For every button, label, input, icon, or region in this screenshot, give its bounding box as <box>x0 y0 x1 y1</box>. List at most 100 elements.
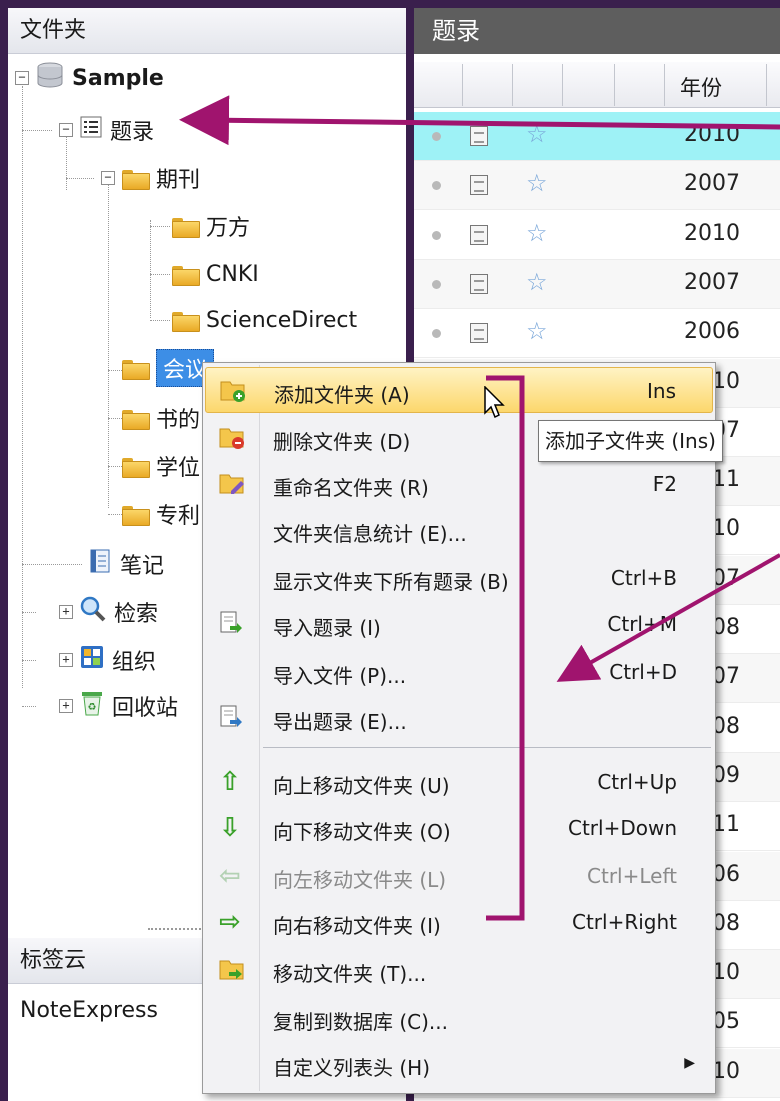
tree-item-shu[interactable]: 书的 <box>122 396 200 440</box>
star-icon[interactable]: ☆ <box>526 120 548 148</box>
tree-item-biji[interactable]: 笔记 <box>88 542 164 586</box>
menu-item-9[interactable]: ⇩ 向下移动文件夹 (O) Ctrl+Down <box>205 805 713 851</box>
menu-item-label: 复制到数据库 (C)... <box>273 1010 448 1034</box>
tree-label-cnki: CNKI <box>206 261 259 287</box>
expand-zuzhi-icon[interactable]: + <box>59 653 73 667</box>
table-row[interactable]: ☆ 2010 <box>414 112 780 161</box>
menu-item-6[interactable]: 导入文件 (P)... Ctrl+D <box>205 649 713 695</box>
tree-label-zuzhi: 组织 <box>112 650 157 675</box>
tree-item-xue[interactable]: 学位 <box>122 444 200 488</box>
menu-item-8[interactable]: ⇧ 向上移动文件夹 (U) Ctrl+Up <box>205 759 713 805</box>
table-row[interactable]: ☆ 2007 <box>414 161 780 211</box>
year-cell: 2007 <box>684 171 740 197</box>
collapse-root-icon[interactable]: − <box>15 71 29 85</box>
table-row[interactable]: ☆ 2010 <box>414 211 780 260</box>
year-cell: 2007 <box>684 269 740 295</box>
table-row[interactable]: ☆ 2007 <box>414 259 780 309</box>
document-icon[interactable] <box>470 224 488 245</box>
menu-item-shortcut: Ctrl+Left <box>587 864 677 888</box>
folder-icon <box>172 264 200 286</box>
records-panel-title: 题录 <box>414 8 780 54</box>
menu-item-7[interactable]: 导出题录 (E)... <box>205 695 713 741</box>
folder-icon <box>122 456 150 478</box>
tree-item-huishou[interactable]: ♻ 回收站 <box>80 684 178 728</box>
document-icon[interactable] <box>470 126 488 146</box>
tree-item-timu[interactable]: 题录 <box>80 108 154 152</box>
menu-item-10[interactable]: ⇦ 向左移动文件夹 (L) Ctrl+Left <box>205 853 713 899</box>
tree-label-shu: 书的 <box>156 408 201 433</box>
folder-delete-icon <box>219 425 245 451</box>
document-icon[interactable] <box>470 323 488 344</box>
menu-item-shortcut: Ctrl+D <box>609 660 677 684</box>
menu-item-14[interactable]: 自定义列表头 (H) ▶ <box>205 1041 713 1087</box>
tag-cloud-item[interactable]: NoteExpress <box>20 998 158 1023</box>
tree-item-qikan[interactable]: 期刊 <box>122 156 200 200</box>
menu-item-shortcut: Ctrl+Down <box>567 816 677 840</box>
read-status-icon[interactable] <box>432 329 441 339</box>
expand-huishou-icon[interactable]: + <box>59 699 73 713</box>
menu-item-5[interactable]: 导入题录 (I) Ctrl+M <box>205 601 713 647</box>
menu-item-2[interactable]: 重命名文件夹 (R) F2 <box>205 461 713 507</box>
menu-item-label: 文件夹信息统计 (E)... <box>273 522 467 546</box>
notebook-icon <box>88 549 112 579</box>
tree-label-wanfang: 万方 <box>206 216 251 241</box>
folder-icon <box>122 358 150 380</box>
year-cell: 2010 <box>684 220 740 246</box>
collapse-qikan-icon[interactable]: − <box>101 171 115 185</box>
tree-item-sciencedirect[interactable]: ScienceDirect <box>172 298 357 342</box>
folder-move-icon <box>219 957 245 983</box>
import-records-icon <box>219 611 245 637</box>
magnifier-icon <box>80 596 106 628</box>
tree-item-cnki[interactable]: CNKI <box>172 252 259 296</box>
mouse-cursor-icon <box>484 386 505 419</box>
submenu-arrow-icon: ▶ <box>684 1055 695 1071</box>
read-status-icon[interactable] <box>432 132 441 141</box>
tree-label-xue: 学位 <box>156 456 201 481</box>
menu-item-shortcut: Ins <box>647 379 676 403</box>
column-header-year[interactable]: 年份 <box>680 72 722 102</box>
recycle-bin-icon: ♻ <box>80 690 104 722</box>
tree-item-zuzhi[interactable]: 组织 <box>80 638 156 682</box>
menu-item-shortcut: Ctrl+Up <box>597 770 677 794</box>
menu-item-label: 向右移动文件夹 (I) <box>273 914 441 938</box>
folder-icon <box>172 310 200 332</box>
folder-context-menu: 添加文件夹 (A) Ins 删除文件夹 (D) 重命名文件夹 (R) F2 文件夹信息统计… <box>202 362 716 1094</box>
menu-item-shortcut: Ctrl+B <box>610 566 677 590</box>
database-icon <box>36 62 64 94</box>
read-status-icon[interactable] <box>432 181 441 191</box>
star-icon[interactable]: ☆ <box>526 219 548 247</box>
tree-item-sample[interactable]: Sample <box>36 56 164 100</box>
star-icon[interactable]: ☆ <box>526 317 548 345</box>
menu-item-label: 导出题录 (E)... <box>273 710 407 734</box>
arrow-up-icon: ⇧ <box>219 767 241 797</box>
menu-item-shortcut: Ctrl+M <box>607 612 677 636</box>
menu-item-label: 移动文件夹 (T)... <box>273 962 427 986</box>
tree-item-jiansuo[interactable]: 检索 <box>80 590 158 634</box>
menu-item-3[interactable]: 文件夹信息统计 (E)... <box>205 507 713 553</box>
menu-item-0[interactable]: 添加文件夹 (A) Ins <box>205 367 713 413</box>
splitter-handle[interactable] <box>148 928 208 930</box>
tree-item-huiyi[interactable]: 会议 <box>122 346 215 390</box>
expand-jiansuo-icon[interactable]: + <box>59 605 73 619</box>
menu-item-12[interactable]: 移动文件夹 (T)... <box>205 947 713 993</box>
menu-item-13[interactable]: 复制到数据库 (C)... <box>205 995 713 1041</box>
collapse-timu-icon[interactable]: − <box>59 123 73 137</box>
arrow-left-icon: ⇦ <box>219 861 241 891</box>
star-icon[interactable]: ☆ <box>526 169 548 197</box>
tree-item-zhuan[interactable]: 专利 <box>122 492 200 536</box>
tree-item-wanfang[interactable]: 万方 <box>172 204 250 248</box>
star-icon[interactable]: ☆ <box>526 268 548 296</box>
document-icon[interactable] <box>470 175 488 196</box>
svg-text:♻: ♻ <box>88 702 97 713</box>
menu-item-label: 自定义列表头 (H) <box>273 1056 431 1080</box>
read-status-icon[interactable] <box>432 230 441 240</box>
year-cell: 2010 <box>684 122 740 147</box>
tree-label-qikan: 期刊 <box>156 168 201 193</box>
table-row[interactable]: ☆ 2006 <box>414 309 780 359</box>
read-status-icon[interactable] <box>432 279 441 289</box>
document-icon[interactable] <box>470 273 488 294</box>
menu-item-label: 向下移动文件夹 (O) <box>273 820 451 844</box>
menu-item-label: 向左移动文件夹 (L) <box>273 868 447 892</box>
menu-item-4[interactable]: 显示文件夹下所有题录 (B) Ctrl+B <box>205 555 713 601</box>
menu-item-11[interactable]: ⇨ 向右移动文件夹 (I) Ctrl+Right <box>205 899 713 945</box>
